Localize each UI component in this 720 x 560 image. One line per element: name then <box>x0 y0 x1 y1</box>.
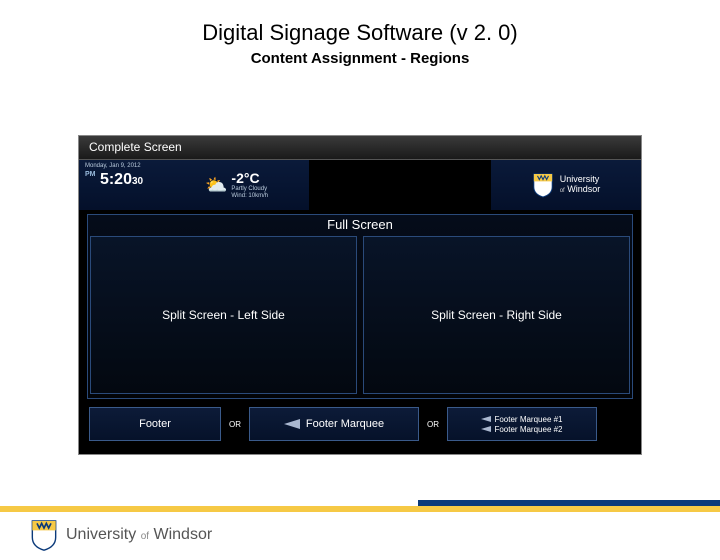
slide-title: Digital Signage Software (v 2. 0) <box>0 20 720 46</box>
clock-region: Monday, Jan 9, 2012 PM 5:2030 <box>79 160 199 210</box>
footer-uni-2: Windsor <box>153 526 212 543</box>
fullscreen-region: Full Screen Split Screen - Left Side Spl… <box>87 214 633 399</box>
footer-marquee-label: Footer Marquee <box>306 418 384 430</box>
footer-uni-1: University <box>66 526 136 543</box>
slide-footer: University of Windsor <box>0 500 720 560</box>
footer-region: Footer <box>89 407 221 441</box>
split-left-region: Split Screen - Left Side <box>90 236 357 394</box>
split-row: Split Screen - Left Side Split Screen - … <box>88 236 632 394</box>
footer-marquee-double-region: Footer Marquee #1 Footer Marquee #2 <box>447 407 597 441</box>
weather-region: ⛅ -2°C Partly Cloudy Wind: 10km/h <box>199 160 309 210</box>
slide-subtitle: Content Assignment - Regions <box>0 50 720 67</box>
or-label-1: OR <box>227 420 243 429</box>
footer-marquee-1-label: Footer Marquee #1 <box>494 415 562 424</box>
footer-uni-of: of <box>141 531 149 542</box>
uni-line1: University <box>560 174 600 184</box>
yellow-accent-bar <box>0 506 720 512</box>
footer-logo: University of Windsor <box>30 518 212 552</box>
weather-temp: -2°C <box>231 170 268 186</box>
arrow-left-icon <box>284 419 300 429</box>
window-titlebar: Complete Screen <box>79 136 641 160</box>
uni-of: of <box>560 188 565 194</box>
header-spacer <box>309 160 491 210</box>
clock-time: PM 5:2030 <box>85 171 193 189</box>
uni-line2: Windsor <box>567 184 600 194</box>
shield-icon <box>532 172 554 198</box>
or-label-2: OR <box>425 420 441 429</box>
footer-marquee-region: Footer Marquee <box>249 407 419 441</box>
clock-pm: PM <box>85 171 96 178</box>
clock-date: Monday, Jan 9, 2012 <box>85 163 193 169</box>
footer-marquee-2-label: Footer Marquee #2 <box>494 425 562 434</box>
university-name: University of Windsor <box>560 175 601 195</box>
footer-row: Footer OR Footer Marquee OR Footer Marqu… <box>87 407 633 447</box>
arrow-left-icon <box>481 426 491 432</box>
weather-condition: Partly Cloudy <box>231 186 268 193</box>
shield-icon <box>30 518 58 552</box>
clock-main: 5:20 <box>100 171 132 188</box>
university-logo-region: University of Windsor <box>491 160 641 210</box>
clock-seconds: 30 <box>132 176 143 187</box>
signage-screenshot: Complete Screen Monday, Jan 9, 2012 PM 5… <box>78 135 642 455</box>
footer-university-name: University of Windsor <box>66 526 212 544</box>
weather-wind: Wind: 10km/h <box>231 193 268 200</box>
arrow-left-icon <box>481 416 491 422</box>
split-right-region: Split Screen - Right Side <box>363 236 630 394</box>
fullscreen-label: Full Screen <box>88 215 632 236</box>
weather-icon: ⛅ <box>205 175 227 196</box>
main-area: Full Screen Split Screen - Left Side Spl… <box>79 210 641 447</box>
header-row: Monday, Jan 9, 2012 PM 5:2030 ⛅ -2°C Par… <box>79 160 641 210</box>
